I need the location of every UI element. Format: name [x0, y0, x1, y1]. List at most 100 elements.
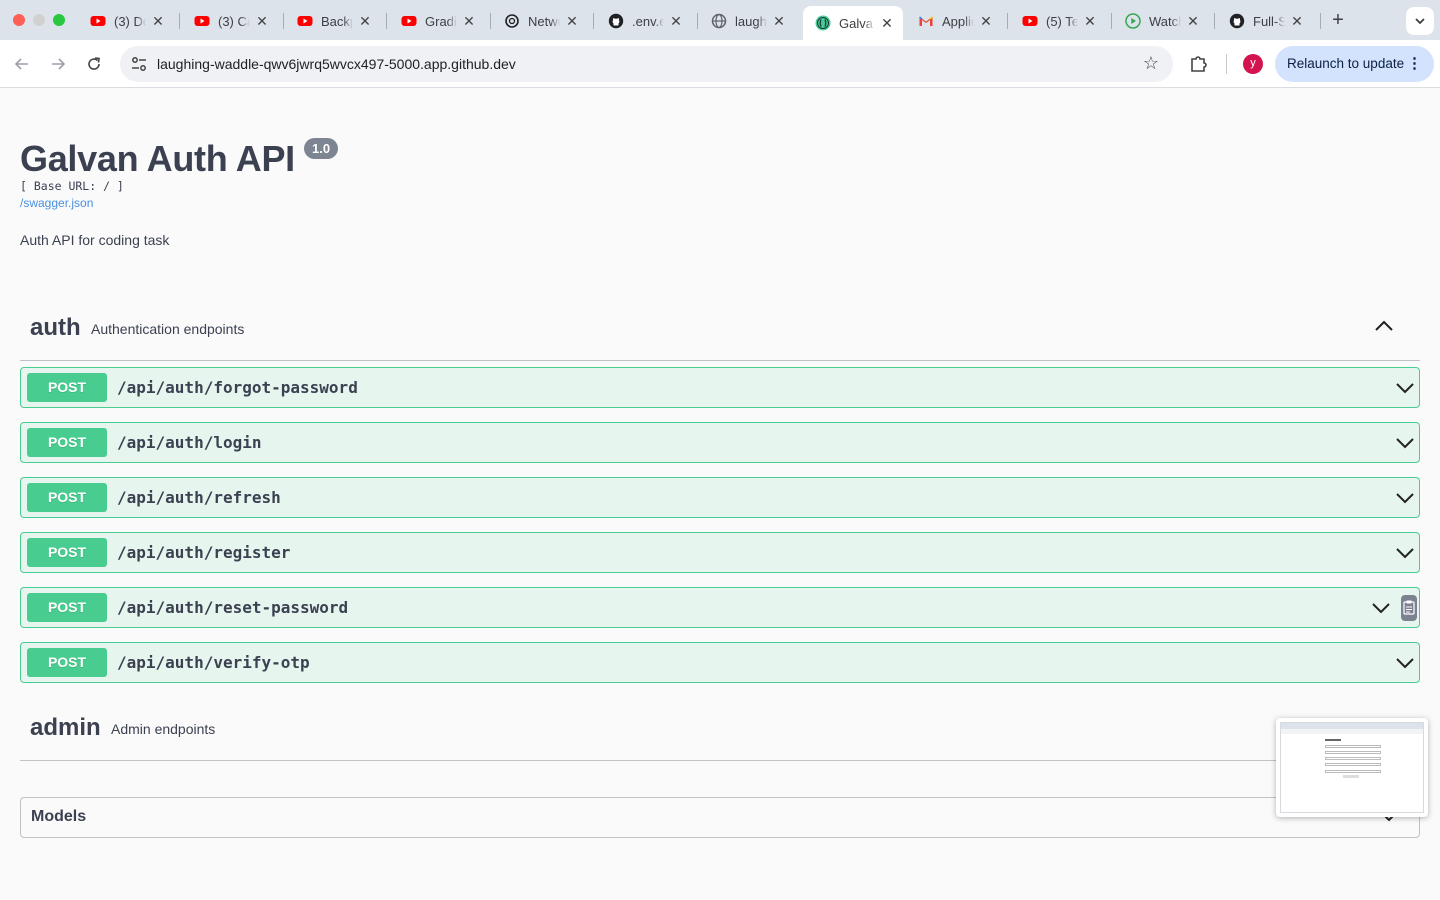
tab-title: Netwo — [528, 13, 560, 29]
http-method-badge: POST — [27, 538, 107, 567]
close-tab-icon[interactable]: ✕ — [771, 13, 787, 30]
close-tab-icon[interactable]: ✕ — [879, 15, 895, 32]
tab-separator — [1214, 13, 1215, 29]
chevron-down-icon[interactable] — [1395, 653, 1415, 673]
extensions-puzzle-icon[interactable] — [1188, 52, 1210, 74]
tag-auth-header[interactable]: auth Authentication endpoints — [20, 309, 1420, 361]
browser-toolbar: laughing-waddle-qwv6jwrq5wvcx497-5000.ap… — [0, 40, 1440, 88]
close-tab-icon[interactable]: ✕ — [150, 13, 166, 30]
close-tab-icon[interactable]: ✕ — [564, 13, 580, 30]
tab-6[interactable]: laughi ✕ — [699, 6, 795, 36]
tab-title: Gradie — [425, 13, 457, 29]
tab-8[interactable]: Applic ✕ — [906, 6, 1002, 36]
forward-button[interactable] — [46, 52, 70, 76]
profile-avatar[interactable]: y — [1243, 54, 1263, 74]
bookmark-star-icon[interactable]: ☆ — [1143, 53, 1159, 74]
chevron-down-icon[interactable] — [1395, 488, 1415, 508]
play-icon — [1125, 13, 1141, 29]
tab-preview-thumbnail[interactable] — [1276, 718, 1428, 817]
minimize-window-button[interactable] — [33, 14, 45, 26]
tab-9[interactable]: (5) Te ✕ — [1010, 6, 1106, 36]
url-text[interactable]: laughing-waddle-qwv6jwrq5wvcx497-5000.ap… — [157, 56, 516, 72]
more-vert-icon[interactable]: ⋮ — [1407, 46, 1422, 82]
operation-row[interactable]: POST/api/auth/forgot-password — [20, 367, 1420, 408]
version-badge: 1.0 — [304, 138, 339, 159]
github-icon — [608, 13, 624, 29]
chevron-down-icon[interactable] — [1395, 378, 1415, 398]
http-method-badge: POST — [27, 373, 107, 402]
tab-title: (5) Te — [1046, 13, 1078, 29]
operation-path: /api/auth/forgot-password — [117, 378, 358, 397]
reload-button[interactable] — [82, 52, 106, 76]
maximize-window-button[interactable] — [53, 14, 65, 26]
tab-search-button[interactable] — [1406, 7, 1434, 35]
tab-separator — [1111, 13, 1112, 29]
close-tab-icon[interactable]: ✕ — [1289, 13, 1305, 30]
copy-to-clipboard-icon[interactable] — [1401, 595, 1417, 621]
operation-path: /api/auth/verify-otp — [117, 653, 310, 672]
tab-separator — [490, 13, 491, 29]
preview-image — [1280, 722, 1424, 813]
chevron-up-icon[interactable] — [1374, 316, 1394, 336]
close-window-button[interactable] — [13, 14, 25, 26]
http-method-badge: POST — [27, 593, 107, 622]
tab-strip: (3) Do✕(3) Ca✕Backp✕Gradie✕Netwo✕.env.e✕… — [0, 0, 1440, 40]
reload-icon — [88, 57, 100, 70]
operation-row[interactable]: POST/api/auth/reset-password — [20, 587, 1420, 628]
back-button[interactable] — [10, 52, 34, 76]
site-settings-icon[interactable] — [130, 55, 148, 73]
arrow-left-icon — [14, 58, 28, 70]
tab-separator — [1320, 13, 1321, 29]
close-tab-icon[interactable]: ✕ — [1082, 13, 1098, 30]
globe-icon — [711, 13, 727, 29]
operation-row[interactable]: POST/api/auth/verify-otp — [20, 642, 1420, 683]
tab-title: (3) Do — [114, 13, 146, 29]
new-tab-button[interactable]: + — [1328, 9, 1348, 31]
close-tab-icon[interactable]: ✕ — [668, 13, 684, 30]
tag-admin-header[interactable]: admin Admin endpoints — [20, 709, 1420, 761]
swagger-json-link[interactable]: /swagger.json — [20, 196, 93, 210]
youtube-icon — [401, 13, 417, 29]
tab-4[interactable]: Netwo✕ — [492, 6, 588, 36]
relaunch-label: Relaunch to update — [1287, 56, 1405, 71]
operation-row[interactable]: POST/api/auth/login — [20, 422, 1420, 463]
openai-icon — [504, 13, 520, 29]
models-section[interactable]: Models — [20, 797, 1420, 838]
tab-5[interactable]: .env.e ✕ — [596, 6, 692, 36]
close-tab-icon[interactable]: ✕ — [357, 13, 373, 30]
http-method-badge: POST — [27, 428, 107, 457]
tab-separator — [697, 13, 698, 29]
close-tab-icon[interactable]: ✕ — [978, 13, 994, 30]
operation-path: /api/auth/refresh — [117, 488, 281, 507]
operation-row[interactable]: POST/api/auth/refresh — [20, 477, 1420, 518]
api-description: Auth API for coding task — [20, 232, 170, 248]
address-bar[interactable]: laughing-waddle-qwv6jwrq5wvcx497-5000.ap… — [120, 46, 1173, 82]
tab-3[interactable]: Gradie✕ — [389, 6, 485, 36]
close-tab-icon[interactable]: ✕ — [254, 13, 270, 30]
operation-row[interactable]: POST/api/auth/register — [20, 532, 1420, 573]
tab-title: Full-S — [1253, 13, 1285, 29]
tab-2[interactable]: Backp✕ — [285, 6, 381, 36]
tab-separator — [1007, 13, 1008, 29]
http-method-badge: POST — [27, 648, 107, 677]
tab-title: (3) Ca — [218, 13, 250, 29]
chevron-down-icon[interactable] — [1371, 598, 1391, 618]
close-tab-icon[interactable]: ✕ — [1185, 13, 1201, 30]
youtube-icon — [194, 13, 210, 29]
tab-1[interactable]: (3) Ca✕ — [182, 6, 278, 36]
tab-title: .env.e — [632, 13, 664, 29]
relaunch-to-update-button[interactable]: Relaunch to update ⋮ — [1275, 46, 1434, 82]
tab-0[interactable]: (3) Do✕ — [78, 6, 174, 36]
tab-separator — [283, 13, 284, 29]
tab-title: Watch — [1149, 13, 1181, 29]
toolbar-divider — [1226, 54, 1227, 74]
tab-7[interactable]: Galva ✕ — [803, 6, 903, 40]
chevron-down-icon[interactable] — [1395, 433, 1415, 453]
tab-10[interactable]: Watch✕ — [1113, 6, 1209, 36]
tab-11[interactable]: Full-S ✕ — [1217, 6, 1313, 36]
operation-path: /api/auth/register — [117, 543, 291, 562]
api-title: Galvan Auth API — [20, 138, 295, 179]
chevron-down-icon[interactable] — [1395, 543, 1415, 563]
youtube-icon — [297, 13, 313, 29]
close-tab-icon[interactable]: ✕ — [461, 13, 477, 30]
